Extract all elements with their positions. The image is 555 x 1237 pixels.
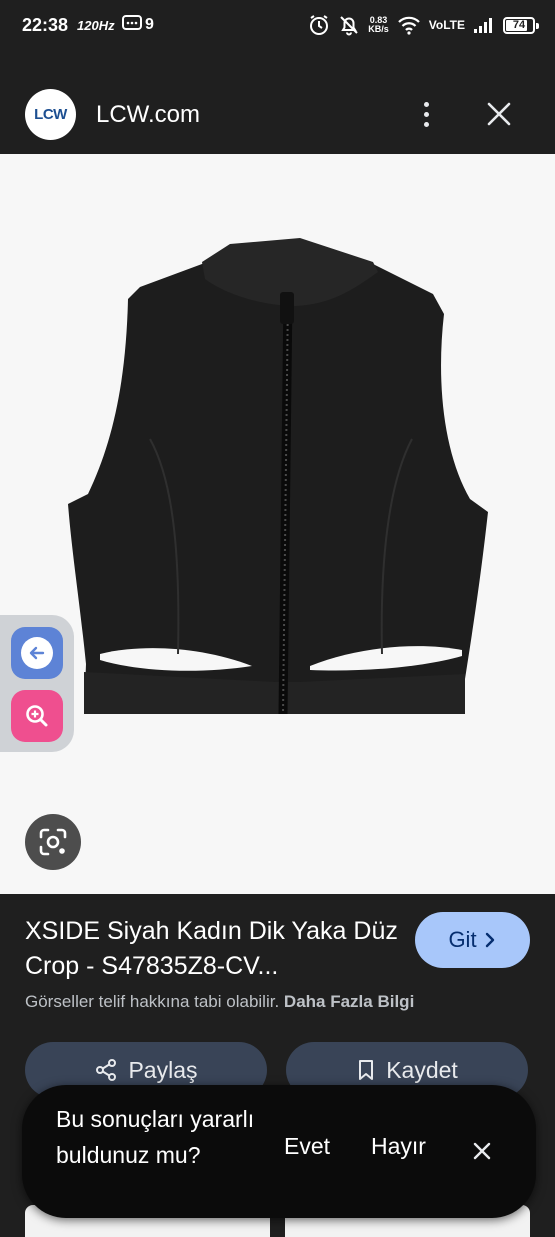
signal-icon xyxy=(474,18,492,33)
feedback-no-button[interactable]: Hayır xyxy=(371,1133,426,1160)
save-label: Kaydet xyxy=(386,1056,458,1083)
site-logo: LCW xyxy=(25,89,76,140)
more-options-button[interactable] xyxy=(408,94,444,134)
speed-unit: KB/s xyxy=(368,24,389,34)
feedback-question: Bu sonuçları yararlı buldunuz mu? xyxy=(56,1106,255,1168)
alarm-icon xyxy=(310,15,329,35)
lens-icon xyxy=(39,828,67,856)
logo-text: LCW xyxy=(34,106,67,123)
message-count: 9 xyxy=(145,16,154,33)
site-name[interactable]: LCW.com xyxy=(96,101,200,129)
more-info-link[interactable]: Daha Fazla Bilgi xyxy=(284,992,414,1011)
bookmark-icon xyxy=(359,1060,374,1080)
copyright-notice: Görseller telif hakkına tabi olabilir. D… xyxy=(25,992,414,1012)
product-title[interactable]: XSIDE Siyah Kadın Dik Yaka Düz Crop - S4… xyxy=(25,914,400,984)
close-icon[interactable] xyxy=(468,1137,496,1165)
refresh-rate: 120Hz xyxy=(77,18,115,33)
share-label: Paylaş xyxy=(128,1056,198,1083)
message-icon xyxy=(122,15,142,30)
back-tool-button[interactable] xyxy=(11,627,63,679)
arrow-left-icon xyxy=(29,646,45,660)
vest-image xyxy=(68,238,488,715)
battery-percent: 74 xyxy=(512,18,526,31)
battery-icon: 74 xyxy=(503,16,539,34)
chevron-right-icon xyxy=(485,932,494,948)
zoom-in-icon xyxy=(26,705,48,727)
wifi-icon xyxy=(397,16,420,35)
network-type: VoLTE xyxy=(428,18,465,32)
lens-search-button[interactable] xyxy=(25,814,81,870)
status-bar: 22:38 120Hz 9 0.83 KB/s VoLTE 74 xyxy=(0,0,555,52)
bell-off-icon xyxy=(340,16,358,36)
visit-label: Git xyxy=(448,927,477,952)
browser-header: LCW LCW.com xyxy=(0,74,555,154)
close-icon[interactable] xyxy=(478,94,520,134)
feedback-toast: Bu sonuçları yararlı buldunuz mu? Evet H… xyxy=(22,1085,536,1218)
status-indicators: 0.83 KB/s VoLTE 74 xyxy=(308,14,539,36)
share-icon xyxy=(96,1059,117,1081)
copyright-text: Görseller telif hakkına tabi olabilir. xyxy=(25,992,280,1011)
more-vert-icon xyxy=(423,101,429,107)
status-time: 22:38 xyxy=(22,15,69,35)
network-speed: 0.83 KB/s xyxy=(368,16,389,34)
visit-button[interactable]: Git xyxy=(415,912,530,968)
feedback-yes-button[interactable]: Evet xyxy=(284,1133,330,1160)
zoom-tool-button[interactable] xyxy=(11,690,63,742)
product-image[interactable] xyxy=(0,154,555,894)
